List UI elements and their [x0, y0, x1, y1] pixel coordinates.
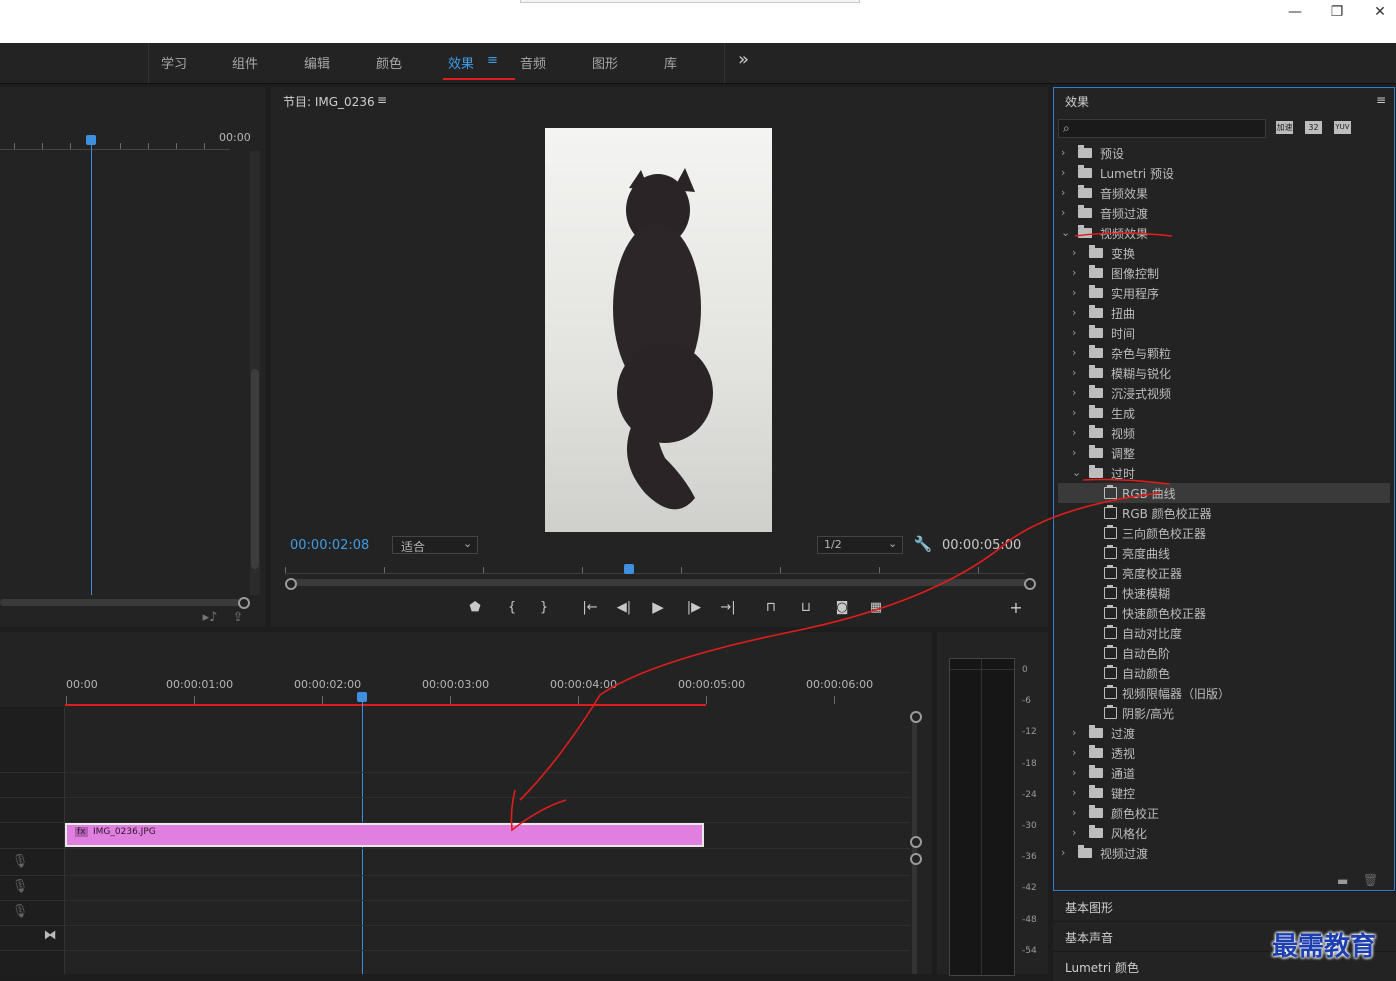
annotation-underline	[1074, 232, 1173, 237]
annotation-arrowhead	[510, 789, 567, 832]
annotation-arrow	[519, 492, 1161, 801]
annotation-underline	[1082, 478, 1171, 485]
annotation-overlay	[510, 232, 1173, 832]
